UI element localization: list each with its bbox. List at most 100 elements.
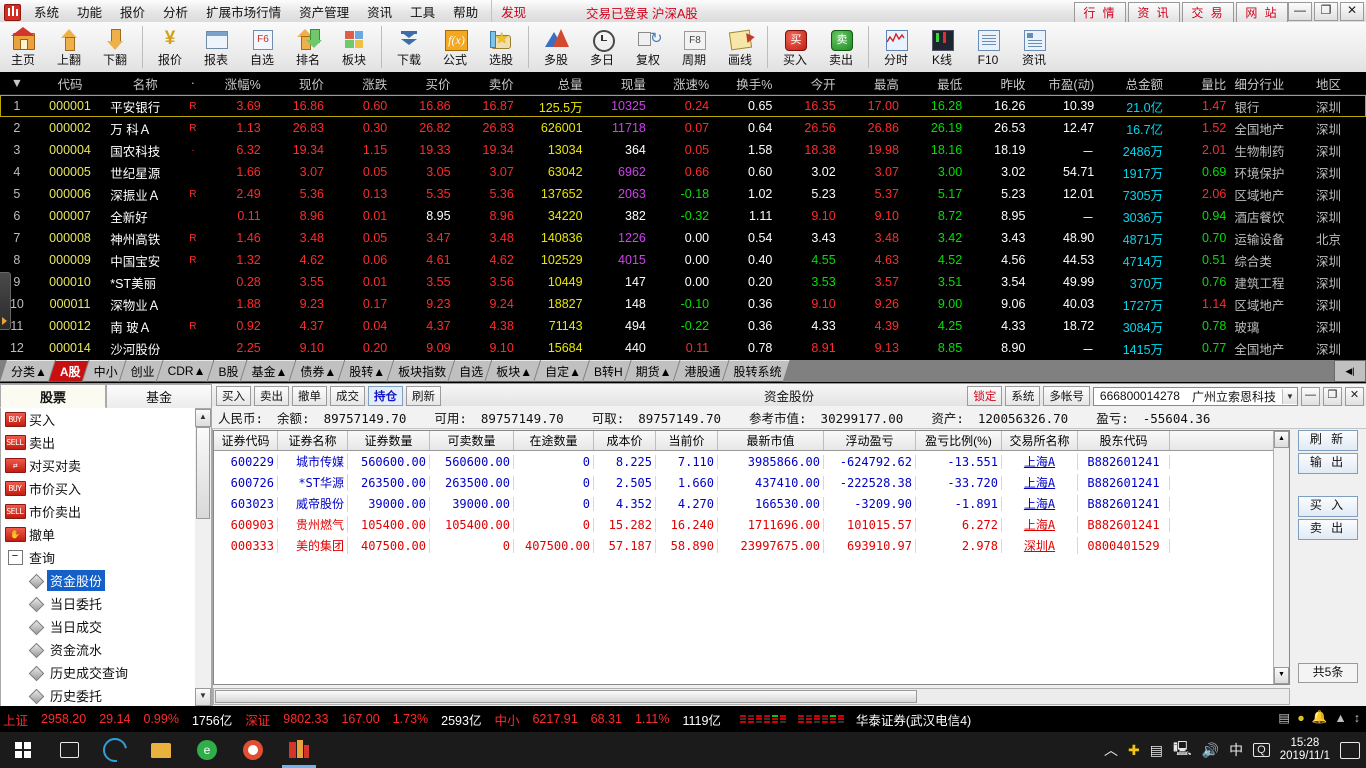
holdings-header-0[interactable]: 证券代码 bbox=[214, 431, 278, 450]
qq-icon[interactable]: Q bbox=[1253, 743, 1270, 757]
holdings-scroll-down-arrow[interactable]: ▼ bbox=[1274, 667, 1289, 684]
close-button[interactable]: ✕ bbox=[1340, 2, 1364, 21]
trade-btn-sell[interactable]: 卖出 bbox=[254, 386, 289, 406]
header-change-pct[interactable]: 涨幅% bbox=[201, 74, 264, 93]
toolbar-button-sector[interactable]: 板块 bbox=[331, 24, 377, 67]
updown-icon[interactable]: ↕ bbox=[1354, 711, 1360, 725]
taskbar-clock[interactable]: 15:28 2019/11/1 bbox=[1280, 737, 1330, 763]
toolbar-button-kline[interactable]: K线 bbox=[919, 24, 965, 67]
toolbar-button-timeline[interactable]: 分时 bbox=[873, 24, 919, 67]
category-tab[interactable]: B股 bbox=[207, 360, 246, 382]
side-buy-button[interactable]: 买 入 bbox=[1298, 496, 1358, 517]
quote-row[interactable]: 3000004国农科技·6.3219.341.1519.3319.3413034… bbox=[0, 139, 1366, 161]
nav-item-卖出[interactable]: SELL卖出 bbox=[1, 431, 197, 454]
nav-item-资金流水[interactable]: 资金流水 bbox=[1, 638, 197, 661]
category-tab-bar[interactable]: 分类▲A股中小创业CDR▲B股基金▲债券▲股转▲板块指数自选板块▲自定▲B转H期… bbox=[0, 360, 1366, 382]
toolbar-button-quote[interactable]: ¥ 报价 bbox=[147, 24, 193, 67]
toolbar-button-home[interactable]: 主页 bbox=[0, 24, 46, 67]
toolbar-button-adjust[interactable]: ↻ 复权 bbox=[625, 24, 671, 67]
nav-item-历史成交查询[interactable]: 历史成交查询 bbox=[1, 661, 197, 684]
category-tab[interactable]: 分类▲ bbox=[0, 360, 55, 382]
multi-account-button[interactable]: 多帐号 bbox=[1043, 386, 1090, 406]
holdings-header-11[interactable]: 股东代码 bbox=[1078, 431, 1170, 450]
holdings-header-1[interactable]: 证券名称 bbox=[278, 431, 348, 450]
nav-item-买入[interactable]: BUY买入 bbox=[1, 408, 197, 431]
toolbar-button-period[interactable]: F8 周期 bbox=[671, 24, 717, 67]
holdings-header-7[interactable]: 最新市值 bbox=[718, 431, 824, 450]
toolbar-button-news[interactable]: 资讯 bbox=[1011, 24, 1057, 67]
holdings-header-10[interactable]: 交易所名称 bbox=[1002, 431, 1078, 450]
menu-item-extended-market[interactable]: 扩展市场行情 bbox=[197, 0, 290, 23]
start-icon[interactable] bbox=[0, 732, 46, 768]
category-tab[interactable]: 创业 bbox=[120, 360, 163, 382]
toolbar-button-f10[interactable]: F10 bbox=[965, 24, 1011, 67]
category-tab[interactable]: 基金▲ bbox=[240, 360, 295, 382]
trade-close-button[interactable]: ✕ bbox=[1345, 387, 1364, 406]
holdings-vertical-scrollbar[interactable]: ▲ ▼ bbox=[1273, 431, 1289, 684]
nav-item-市价买入[interactable]: BUY市价买入 bbox=[1, 477, 197, 500]
holdings-row[interactable]: 000333美的集团407500.000407500.0057.18758.89… bbox=[214, 535, 1289, 556]
holdings-row[interactable]: 600229城市传媒560600.00560600.0008.2257.1103… bbox=[214, 451, 1289, 472]
trade-btn-refresh[interactable]: 刷新 bbox=[406, 386, 441, 406]
header-speed[interactable]: 涨速% bbox=[650, 74, 713, 93]
account-selector[interactable]: 666800014278 广州立索恩科技 ▼ bbox=[1093, 387, 1298, 406]
holdings-row[interactable]: 603023威帝股份39000.0039000.0004.3524.270166… bbox=[214, 493, 1289, 514]
holdings-header-8[interactable]: 浮动盈亏 bbox=[824, 431, 916, 450]
quote-row[interactable]: 2000002万 科ＡR1.1326.830.3026.8226.8362600… bbox=[0, 117, 1366, 139]
header-amount[interactable]: 总金额 bbox=[1098, 74, 1167, 93]
chevron-down-icon[interactable]: ▼ bbox=[1282, 389, 1297, 404]
category-tab[interactable]: 板块指数 bbox=[387, 360, 454, 382]
category-scroll-left-button[interactable]: ◀| bbox=[1334, 360, 1366, 382]
trade-btn-cancel-order[interactable]: 撤单 bbox=[292, 386, 327, 406]
quote-row[interactable]: 10000011深物业Ａ1.889.230.179.239.2418827148… bbox=[0, 293, 1366, 315]
toolbar-button-page-up[interactable]: 上翻 bbox=[46, 24, 92, 67]
clipboard-icon[interactable]: ▤ bbox=[1278, 710, 1290, 725]
quote-row[interactable]: 11000012南 玻ＡR0.924.370.044.374.387114349… bbox=[0, 315, 1366, 337]
menu-item-analysis[interactable]: 分析 bbox=[154, 0, 197, 23]
header-open[interactable]: 今开 bbox=[776, 74, 839, 93]
trade-minimize-button[interactable]: — bbox=[1301, 387, 1320, 406]
toolbar-button-ranking[interactable]: 排名 bbox=[285, 24, 331, 67]
window-tab-quotes[interactable]: 行 情 bbox=[1074, 2, 1126, 23]
header-turnover[interactable]: 换手% bbox=[713, 74, 776, 93]
holdings-header-4[interactable]: 在途数量 bbox=[514, 431, 594, 450]
toolbar-button-report[interactable]: 报表 bbox=[193, 24, 239, 67]
quote-table[interactable]: ▼ 代码 名称 · 涨幅% 现价 涨跌 买价 卖价 总量 现量 涨速% 换手% … bbox=[0, 72, 1366, 360]
window-tab-news[interactable]: 资 讯 bbox=[1128, 2, 1180, 23]
toolbar-button-multi-stock[interactable]: 多股 bbox=[533, 24, 579, 67]
category-tab[interactable]: A股 bbox=[49, 360, 89, 382]
header-ask[interactable]: 卖价 bbox=[455, 74, 518, 93]
category-tab[interactable]: 股转系统 bbox=[723, 360, 790, 382]
toolbar-button-page-down[interactable]: 下翻 bbox=[92, 24, 138, 67]
volume-icon[interactable]: 🔊 bbox=[1202, 742, 1219, 759]
shield-icon[interactable]: ✚ bbox=[1128, 742, 1140, 759]
system-button[interactable]: 系统 bbox=[1005, 386, 1040, 406]
menu-item-tools[interactable]: 工具 bbox=[401, 0, 444, 23]
restore-button[interactable]: ❐ bbox=[1314, 2, 1338, 21]
hscroll-thumb[interactable] bbox=[215, 690, 917, 703]
toolbar-button-buy[interactable]: 买 买入 bbox=[772, 24, 818, 67]
money-icon[interactable]: e bbox=[184, 732, 230, 768]
nav-scroll-thumb[interactable] bbox=[196, 427, 210, 519]
holdings-header-6[interactable]: 当前价 bbox=[656, 431, 718, 450]
nav-item-撤单[interactable]: ✋撤单 bbox=[1, 523, 197, 546]
quote-row[interactable]: 7000008神州高铁R1.463.480.053.473.4814083612… bbox=[0, 227, 1366, 249]
nav-scroll-down-arrow[interactable]: ▼ bbox=[195, 688, 211, 706]
header-prev-close[interactable]: 昨收 bbox=[966, 74, 1029, 93]
quote-row[interactable]: 8000009中国宝安R1.324.620.064.614.6210252940… bbox=[0, 249, 1366, 271]
side-sell-button[interactable]: 卖 出 bbox=[1298, 519, 1358, 540]
nav-item-当日成交[interactable]: 当日成交 bbox=[1, 615, 197, 638]
header-low[interactable]: 最低 bbox=[903, 74, 966, 93]
chevron-up-icon[interactable]: ︿ bbox=[1104, 740, 1118, 760]
header-name[interactable]: 名称 bbox=[106, 74, 184, 93]
nav-item-对买对卖[interactable]: ⇄对买对卖 bbox=[1, 454, 197, 477]
header-industry[interactable]: 细分行业 bbox=[1230, 74, 1312, 93]
category-tab[interactable]: 自选 bbox=[448, 360, 491, 382]
category-tab[interactable]: 自定▲ bbox=[534, 360, 589, 382]
holdings-header-9[interactable]: 盈亏比例(%) bbox=[916, 431, 1002, 450]
header-high[interactable]: 最高 bbox=[840, 74, 903, 93]
nav-item-当日委托[interactable]: 当日委托 bbox=[1, 592, 197, 615]
header-change[interactable]: 涨跌 bbox=[328, 74, 391, 93]
quote-row[interactable]: 9000010*ST美丽0.283.550.013.553.5610449147… bbox=[0, 271, 1366, 293]
quote-row[interactable]: 6000007全新好0.118.960.018.958.9634220382-0… bbox=[0, 205, 1366, 227]
